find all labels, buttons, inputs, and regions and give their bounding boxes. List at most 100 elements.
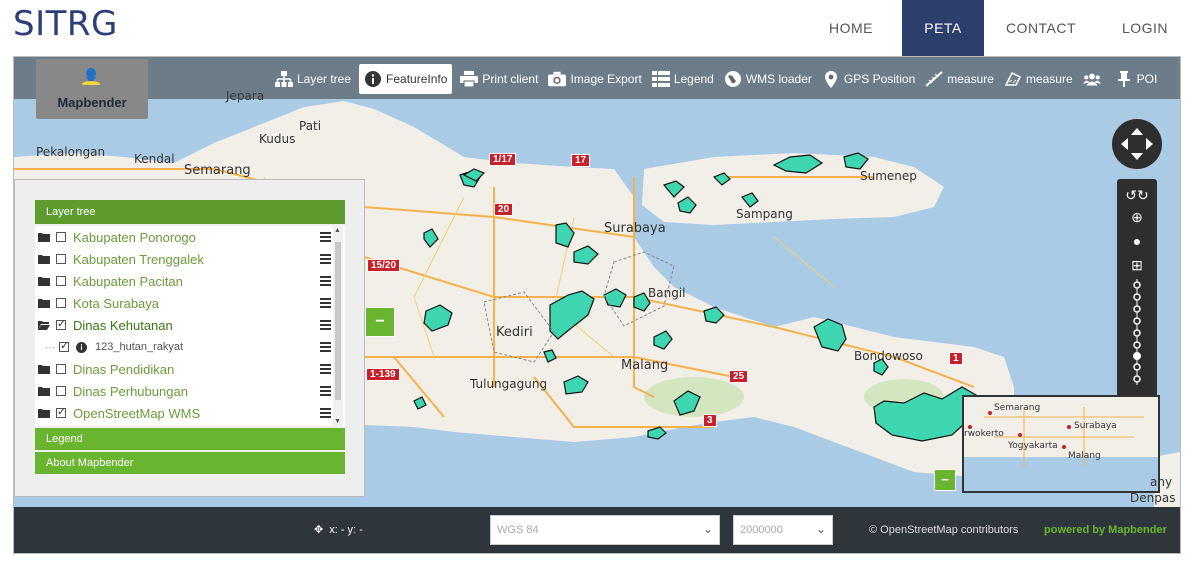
info-icon[interactable]: i [76,341,87,353]
layer-label: Kota Surabaya [73,295,160,311]
layer-row-child[interactable]: ··· i 123_hutan_rakyat [35,336,345,358]
layer-row[interactable]: Dinas Pendidikan [35,358,345,380]
map-label-sampang: Sampang [736,207,793,221]
layer-checkbox[interactable] [56,364,66,374]
scroll-down-icon[interactable]: ▼ [334,418,341,425]
nav-login[interactable]: LOGIN [1098,0,1192,56]
zoom-bar: ↺↻ ⊕ ● ⊞ [1117,179,1157,397]
chevron-down-icon: ⌄ [702,522,713,536]
measure-line-button[interactable]: measure [920,64,999,94]
scale-value: 2000000 [740,524,783,536]
layer-menu-icon[interactable] [320,298,331,308]
layer-label: 123_hutan_rakyat [95,341,184,353]
top-navbar: SITRG HOME PETA CONTACT LOGIN [0,0,1192,56]
tree-connector: ··· [45,341,55,353]
scroll-thumb[interactable] [335,242,341,400]
layer-menu-icon[interactable] [320,364,331,374]
layer-checkbox[interactable] [56,317,66,330]
legend-label: Legend [673,72,714,86]
legend-button[interactable]: Legend [647,64,719,94]
nav-home[interactable]: HOME [800,0,902,56]
layer-menu-icon[interactable] [320,320,331,330]
nav-contact[interactable]: CONTACT [984,0,1098,56]
history-back-forward-icon[interactable]: ↺↻ [1117,187,1157,204]
zoom-slider-handle [1133,352,1141,360]
overview-label: Surabaya [1074,421,1117,431]
layer-checkbox[interactable] [59,339,69,352]
layer-tree-header[interactable]: Layer tree [35,200,345,224]
map-canvas[interactable]: Jepara Pati Kudus Pekalongan Kendal Sema… [14,57,1180,507]
layer-tree-label: Layer tree [297,72,352,86]
layer-menu-icon[interactable] [320,276,331,286]
wms-loader-button[interactable]: WMS loader [719,64,817,94]
pushpin-icon [1115,70,1133,88]
map-marker-icon [822,70,840,88]
main-nav: HOME PETA CONTACT LOGIN [800,0,1192,56]
nav-peta[interactable]: PETA [902,0,984,56]
zoom-max-extent-icon[interactable]: ● [1117,233,1157,249]
layer-tree-scrollbar[interactable]: ▲ ▼ [333,226,343,426]
gps-position-button[interactable]: GPS Position [817,64,920,94]
layer-row[interactable]: Kota Surabaya [35,292,345,314]
overview-map[interactable]: Semarang Surabaya rwokerto Yogyakarta Ma… [962,395,1160,493]
osm-attribution[interactable]: © OpenStreetMap contributors [869,524,1018,536]
map-label-pekalongan: Pekalongan [36,145,106,159]
chevron-down-icon: ⌄ [815,522,826,536]
measure-area-button[interactable]: measure [999,64,1078,94]
layer-row[interactable]: Dinas Perhubungan [35,380,345,402]
zoom-box-icon[interactable]: ⊕ [1117,209,1157,226]
feature-info-button[interactable]: FeatureInfo [359,64,453,94]
map-label-bondowoso: Bondowoso [854,349,923,363]
layer-checkbox[interactable] [56,298,66,308]
logo-text: Mapbender [57,95,127,110]
layer-menu-icon[interactable] [320,254,331,264]
layer-label: Kabupaten Ponorogo [73,229,196,245]
image-export-button[interactable]: Image Export [543,64,646,94]
print-client-button[interactable]: Print client [455,64,543,94]
pan-control[interactable] [1112,119,1162,169]
legend-accordion[interactable]: Legend [35,428,345,450]
layer-checkbox[interactable] [56,232,66,242]
scroll-up-icon[interactable]: ▲ [334,227,341,234]
layer-row[interactable]: Kabupaten Ponorogo [35,226,345,248]
layer-row[interactable]: Dinas Kehutanan [35,314,345,336]
srs-selector[interactable]: WGS 84 ⌄ [490,515,720,545]
map-toolbar: Layer tree FeatureInfo Print client Imag… [14,57,1180,99]
layer-label: OpenStreetMap WMS [73,405,201,421]
layer-checkbox[interactable] [56,276,66,286]
map-label-bangil: Bangil [648,286,686,300]
folder-icon [38,255,50,264]
layer-checkbox[interactable] [56,386,66,396]
mapbender-frame: Jepara Pati Kudus Pekalongan Kendal Sema… [13,56,1181,554]
map-label-tulungagung: Tulungagung [470,377,548,391]
scale-selector[interactable]: 2000000 ⌄ [733,515,833,545]
layer-row[interactable]: Kabupaten Pacitan [35,270,345,292]
layer-menu-icon[interactable] [320,386,331,396]
layer-menu-icon[interactable] [320,408,331,418]
overview-collapse-button[interactable]: − [934,469,956,491]
powered-by-link[interactable]: powered by Mapbender [1044,524,1167,536]
overview-label: Semarang [994,403,1041,413]
poi-button[interactable]: POI [1110,64,1163,94]
camera-icon [548,70,567,88]
zoom-in-icon[interactable]: ⊞ [1117,257,1157,274]
folder-icon [38,233,50,242]
route-shield: 15/20 [367,259,401,272]
poi-label: POI [1136,72,1158,86]
layer-menu-icon[interactable] [320,342,331,352]
layer-tree-button[interactable]: Layer tree [270,64,356,94]
brand-title[interactable]: SITRG [13,4,118,44]
collapse-panel-button[interactable]: − [365,307,395,337]
about-accordion[interactable]: About Mapbender [35,452,345,474]
layer-checkbox[interactable] [56,254,66,264]
layer-row[interactable]: Kabupaten Trenggalek [35,248,345,270]
user-group-button[interactable] [1078,64,1110,94]
layer-label: Dinas Kehutanan [73,317,173,333]
pan-arrows-icon [1121,128,1153,160]
zoom-slider[interactable] [1131,279,1143,385]
crosshair-icon: ✥ [314,524,324,536]
sitemap-icon [275,70,293,88]
layer-menu-icon[interactable] [320,232,331,242]
layer-checkbox[interactable] [56,405,66,418]
layer-row[interactable]: OpenStreetMap WMS [35,402,345,424]
